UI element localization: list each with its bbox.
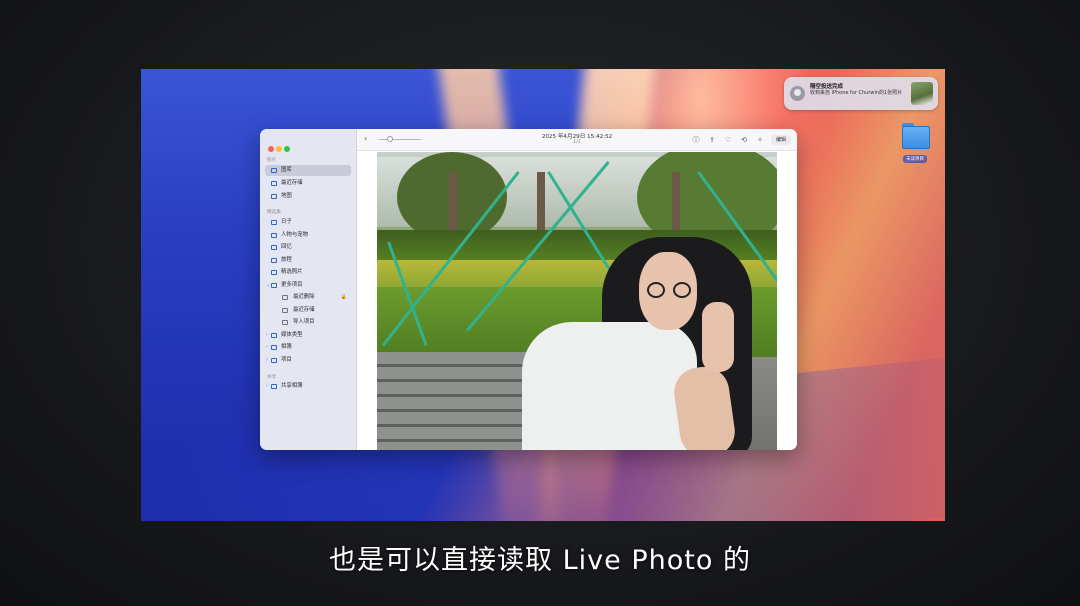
sidebar-item-label: 导入项目	[293, 319, 315, 325]
sidebar-item-albums[interactable]: › 相簿	[265, 342, 351, 353]
chevron-right-icon[interactable]: ›	[266, 342, 268, 353]
folder-icon[interactable]	[900, 123, 932, 151]
sidebar-item-more[interactable]: ⌄ 更多项目	[265, 280, 351, 291]
sidebar-section-shared: 共享	[267, 375, 277, 380]
sidebar-item-trips[interactable]: 旅程	[265, 255, 351, 266]
zoom-slider-knob[interactable]	[387, 136, 393, 142]
sidebar-item-label: 项目	[281, 357, 292, 363]
rotate-icon[interactable]: ⟲	[740, 136, 748, 144]
trash-icon	[282, 295, 288, 300]
chevron-down-icon[interactable]: ⌄	[266, 280, 270, 291]
airdrop-icon	[790, 86, 805, 101]
sidebar-item-label: 最近存储	[281, 180, 303, 186]
sidebar: 照片 图库 最近存储 地图 精选集 日子 人物与宠物 回忆 旅程 精选照片 ⌄ …	[260, 129, 357, 450]
chevron-right-icon[interactable]: ›	[266, 355, 268, 366]
photos-window: 照片 图库 最近存储 地图 精选集 日子 人物与宠物 回忆 旅程 精选照片 ⌄ …	[260, 129, 797, 450]
sidebar-item-label: 回忆	[281, 244, 292, 250]
chevron-right-icon[interactable]: ›	[266, 381, 268, 392]
sidebar-item-memories[interactable]: 回忆	[265, 242, 351, 253]
photo-image[interactable]	[377, 152, 777, 450]
recent-icon	[282, 308, 288, 313]
sidebar-item-label: 更多项目	[281, 282, 303, 288]
sidebar-item-projects[interactable]: › 项目	[265, 355, 351, 366]
sidebar-item-label: 旅程	[281, 257, 292, 263]
close-button[interactable]	[268, 146, 274, 152]
notification-thumbnail	[911, 82, 933, 105]
photo-viewer	[357, 151, 797, 450]
more-icon	[271, 283, 277, 288]
photo-library-icon	[271, 168, 277, 173]
trip-icon	[271, 258, 277, 263]
albums-icon	[271, 345, 277, 350]
sidebar-item-recently-deleted[interactable]: 最近删除 🔒	[265, 292, 351, 303]
share-icon[interactable]: ⇪	[708, 136, 716, 144]
notification-title: 隔空投送完成	[810, 84, 844, 90]
sidebar-item-imports[interactable]: 导入项目	[265, 317, 351, 328]
sidebar-item-label: 地图	[281, 193, 292, 199]
sidebar-section-collections: 精选集	[267, 210, 281, 215]
sidebar-item-map[interactable]: 地图	[265, 191, 351, 202]
featured-icon	[271, 270, 277, 275]
sidebar-item-label: 媒体类型	[281, 332, 303, 338]
enhance-icon[interactable]: ✧	[756, 136, 764, 144]
sidebar-item-label: 最近存储	[293, 307, 315, 313]
minimize-button[interactable]	[276, 146, 282, 152]
heart-icon[interactable]: ♡	[724, 136, 732, 144]
shared-albums-icon	[271, 384, 277, 389]
info-icon[interactable]: ⓘ	[692, 136, 700, 144]
photo-count: 1/1	[573, 140, 581, 145]
sidebar-section-photos: 照片	[267, 158, 277, 163]
sidebar-item-recent[interactable]: 最近存储	[265, 305, 351, 316]
toolbar: ‹ 2025 年4月29日 15:42:52 1/1 ⓘ ⇪ ♡ ⟲ ✧ 编辑	[357, 129, 797, 151]
day-icon	[271, 220, 277, 225]
sidebar-item-label: 共享相簿	[281, 383, 303, 389]
lock-icon: 🔒	[340, 294, 347, 300]
edit-button[interactable]: 编辑	[771, 135, 791, 145]
sidebar-item-days[interactable]: 日子	[265, 217, 351, 228]
people-icon	[271, 233, 277, 238]
chevron-right-icon[interactable]: ›	[266, 330, 268, 341]
zoom-button[interactable]	[284, 146, 290, 152]
map-icon	[271, 194, 277, 199]
sidebar-item-label: 最近删除	[293, 294, 315, 300]
sidebar-item-label: 精选照片	[281, 269, 303, 275]
sidebar-item-library[interactable]: 图库	[265, 165, 351, 176]
sidebar-item-label: 图库	[281, 167, 292, 173]
sidebar-item-label: 相簿	[281, 344, 292, 350]
import-icon	[282, 320, 288, 325]
video-subtitle: 也是可以直接读取 Live Photo 的	[329, 545, 751, 576]
sidebar-item-label: 日子	[281, 219, 292, 225]
sidebar-item-label: 人物与宠物	[281, 232, 308, 238]
zoom-slider[interactable]	[379, 139, 421, 140]
sidebar-item-recently-saved[interactable]: 最近存储	[265, 178, 351, 189]
media-types-icon	[271, 333, 277, 338]
sidebar-item-featured[interactable]: 精选照片	[265, 267, 351, 278]
folder-label: 未读项目	[903, 155, 927, 163]
notification-body: 收到来自 iPhone for Churwin的1张照片	[810, 90, 903, 96]
memories-icon	[271, 245, 277, 250]
sidebar-item-shared-albums[interactable]: › 共享相簿	[265, 381, 351, 392]
window-controls	[268, 137, 292, 156]
sidebar-item-people[interactable]: 人物与宠物	[265, 230, 351, 241]
video-frame: 隔空投送完成 收到来自 iPhone for Churwin的1张照片 未读项目…	[0, 0, 1080, 606]
back-chevron-icon[interactable]: ‹	[364, 134, 367, 143]
photo-date: 2025 年4月29日 15:42:52	[541, 134, 613, 140]
sidebar-item-media-types[interactable]: › 媒体类型	[265, 330, 351, 341]
clock-icon	[271, 181, 277, 186]
airdrop-notification[interactable]: 隔空投送完成 收到来自 iPhone for Churwin的1张照片	[784, 77, 938, 110]
projects-icon	[271, 358, 277, 363]
